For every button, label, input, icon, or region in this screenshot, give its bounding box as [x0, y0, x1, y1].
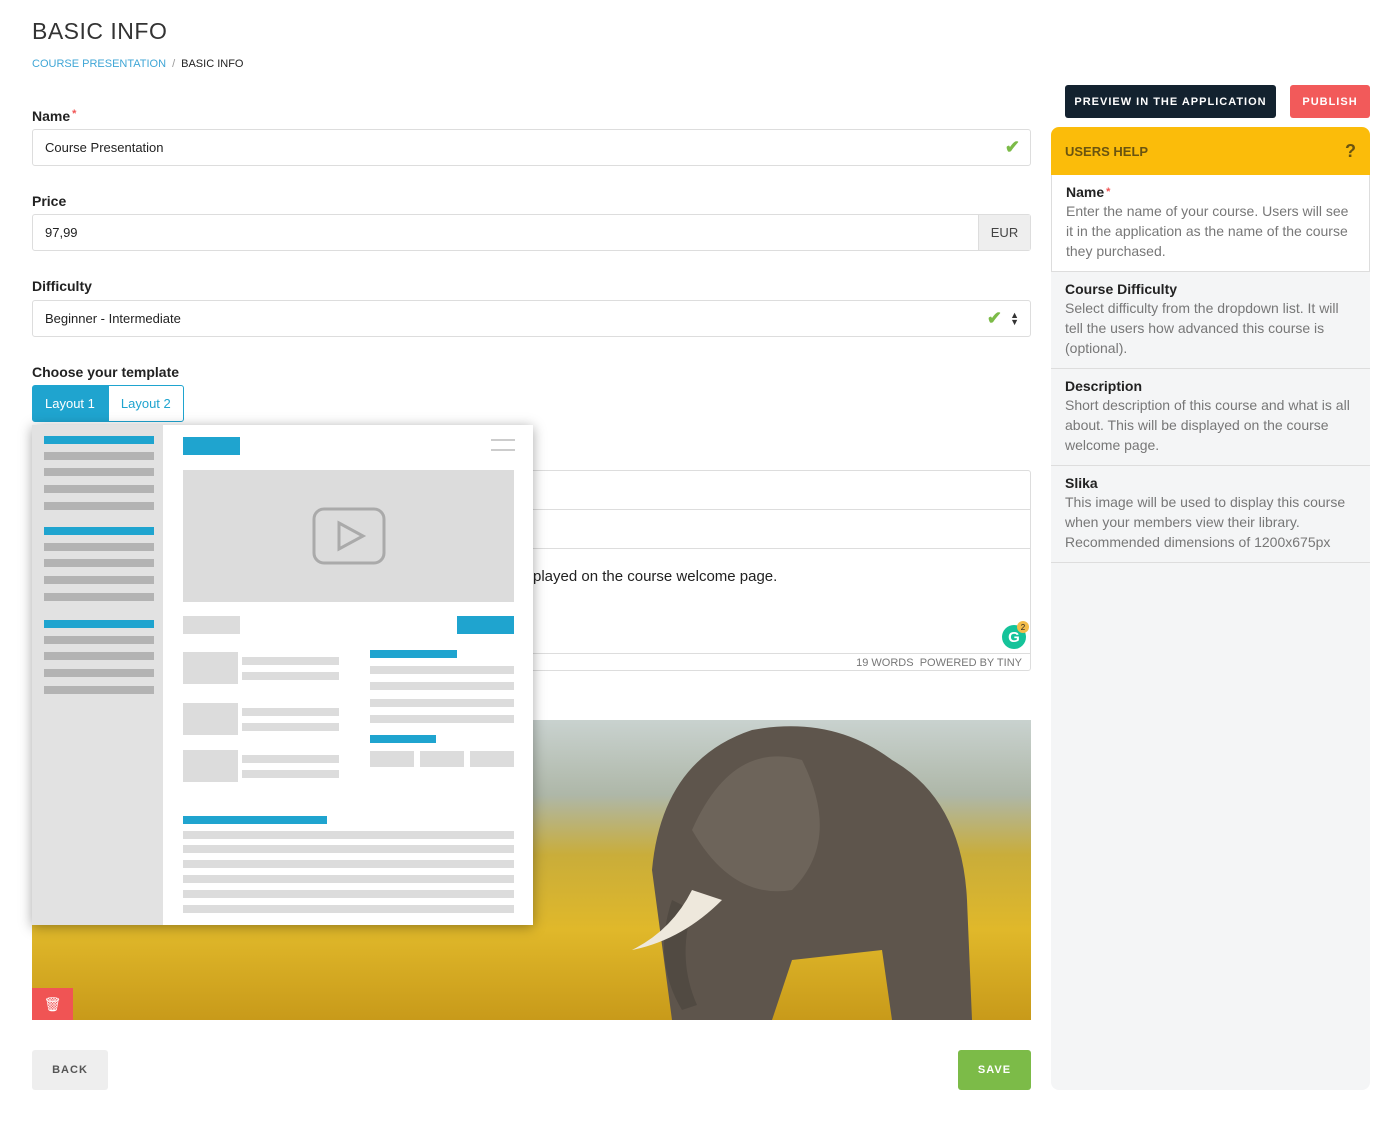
help-description-title: Description — [1065, 378, 1143, 394]
help-difficulty-text: Select difficulty from the dropdown list… — [1065, 300, 1339, 356]
publish-button[interactable]: PUBLISH — [1290, 85, 1370, 118]
layout-sidebar-preview — [32, 425, 163, 925]
tab-layout-1[interactable]: Layout 1 — [32, 385, 108, 422]
help-image-text: This image will be used to display this … — [1065, 494, 1346, 550]
save-button[interactable]: SAVE — [958, 1050, 1031, 1090]
breadcrumb-current: BASIC INFO — [181, 58, 244, 70]
help-difficulty-title: Course Difficulty — [1065, 281, 1178, 297]
delete-image-button[interactable]: 🗑 — [32, 988, 73, 1020]
price-input[interactable]: 97,99 EUR — [32, 214, 1031, 251]
breadcrumb-course-presentation[interactable]: COURSE PRESENTATION — [32, 58, 166, 70]
trash-icon: 🗑 — [43, 995, 62, 1012]
help-title: USERS HELP — [1065, 143, 1149, 159]
check-icon: ✔ — [1004, 137, 1020, 157]
users-help-panel: USERS HELP? Name * Enter the name of your … — [1051, 127, 1370, 1090]
back-button[interactable]: BACK — [32, 1050, 108, 1090]
difficulty-label: Difficulty — [32, 278, 92, 294]
video-placeholder — [183, 470, 514, 602]
question-icon[interactable]: ? — [1345, 141, 1356, 162]
template-label: Choose your template — [32, 364, 180, 380]
word-count: 19 WORDS — [856, 657, 914, 669]
help-name-title: Name — [1066, 184, 1105, 200]
page-title: BASIC INFO — [32, 18, 168, 44]
difficulty-select[interactable]: Beginner - Intermediate ✔ ▲ ▼ — [32, 300, 1031, 337]
help-image-title: Slika — [1065, 475, 1098, 491]
currency-addon: EUR — [978, 215, 1030, 250]
help-description-text: Short description of this course and wha… — [1065, 397, 1350, 453]
play-icon — [312, 507, 385, 565]
name-input[interactable]: Course Presentation ✔ — [32, 129, 1031, 166]
layout-preview-popup — [32, 425, 533, 925]
tab-layout-2[interactable]: Layout 2 — [107, 385, 184, 422]
menu-icon — [491, 439, 515, 451]
name-label: Name * — [32, 108, 77, 124]
check-icon: ✔ — [986, 308, 1002, 328]
grammarly-badge: 2 — [1017, 621, 1029, 633]
breadcrumb: COURSE PRESENTATION / BASIC INFO — [32, 58, 244, 70]
powered-by-tiny[interactable]: POWERED BY TINY — [920, 657, 1022, 669]
sort-arrows-icon: ▲ ▼ — [1010, 309, 1019, 327]
description-text[interactable]: played on the course welcome page. — [533, 568, 777, 585]
help-name-text: Enter the name of your course. Users wil… — [1066, 203, 1349, 259]
preview-button[interactable]: PREVIEW IN THE APPLICATION — [1065, 85, 1276, 118]
price-label: Price — [32, 193, 67, 209]
